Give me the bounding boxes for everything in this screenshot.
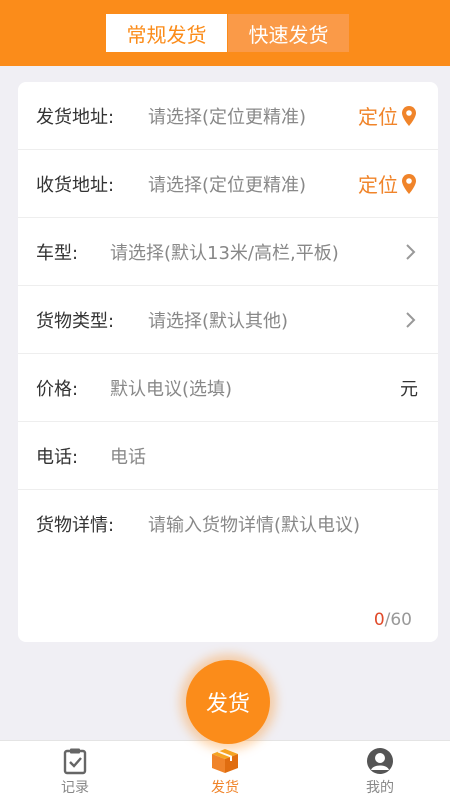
char-count-max: /60: [384, 610, 412, 630]
tab-records-label: 记录: [61, 780, 89, 796]
receive-address-locate-button[interactable]: 定位: [358, 169, 416, 198]
details-char-counter: 0/60: [374, 610, 412, 630]
ship-address-label: 发货地址:: [36, 106, 115, 128]
tab-profile[interactable]: 我的: [340, 747, 420, 797]
receive-address-input[interactable]: 请选择(定位更精准): [148, 171, 306, 197]
details-label: 货物详情:: [36, 515, 115, 536]
location-pin-icon: [402, 105, 416, 126]
header-bar: 常规发货 快速发货: [0, 0, 450, 66]
price-input[interactable]: 默认电议(选填): [110, 375, 232, 401]
locate-label: 定位: [358, 173, 398, 197]
package-icon: [212, 749, 238, 773]
tab-records[interactable]: 记录: [35, 747, 115, 797]
ship-address-locate-button[interactable]: 定位: [358, 101, 416, 130]
cargo-type-label: 货物类型:: [36, 310, 115, 332]
phone-label: 电话:: [36, 446, 79, 468]
tab-quick-shipping[interactable]: 快速发货: [228, 14, 349, 52]
clipboard-check-icon: [63, 748, 87, 775]
tab-ship[interactable]: 发货: [185, 747, 265, 797]
ship-address-input[interactable]: 请选择(定位更精准): [148, 103, 306, 129]
bottom-tab-bar: 记录 发货 我的: [0, 740, 450, 800]
chevron-right-icon: [406, 243, 416, 260]
tab-profile-label: 我的: [366, 780, 394, 796]
phone-row: 电话: 电话: [18, 422, 438, 490]
locate-label: 定位: [358, 105, 398, 129]
shipping-form-card: 发货地址: 请选择(定位更精准) 定位 收货地址: 请选择(定位更精准) 定位 …: [18, 82, 438, 642]
vehicle-type-row[interactable]: 车型: 请选择(默认13米/高栏,平板): [18, 218, 438, 286]
char-count-current: 0: [373, 610, 385, 630]
price-row: 价格: 默认电议(选填) 元: [18, 354, 438, 422]
location-pin-icon: [402, 173, 416, 194]
details-textarea[interactable]: 请输入货物详情(默认电议): [148, 511, 360, 537]
ship-address-row[interactable]: 发货地址: 请选择(定位更精准) 定位: [18, 82, 438, 150]
vehicle-type-label: 车型:: [36, 242, 79, 264]
price-label: 价格:: [36, 378, 79, 400]
submit-label: 发货: [205, 692, 250, 717]
vehicle-type-select[interactable]: 请选择(默认13米/高栏,平板): [110, 239, 339, 265]
cargo-type-row[interactable]: 货物类型: 请选择(默认其他): [18, 286, 438, 354]
price-unit: 元: [400, 378, 418, 400]
submit-shipment-button[interactable]: 发货: [186, 660, 270, 744]
tab-ship-label: 发货: [211, 780, 239, 796]
details-row: 货物详情: 请输入货物详情(默认电议): [18, 490, 438, 558]
user-avatar-icon: [367, 748, 393, 774]
chevron-right-icon: [406, 311, 416, 328]
receive-address-row[interactable]: 收货地址: 请选择(定位更精准) 定位: [18, 150, 438, 218]
cargo-type-select[interactable]: 请选择(默认其他): [148, 307, 288, 333]
phone-input[interactable]: 电话: [110, 443, 146, 469]
receive-address-label: 收货地址:: [36, 174, 115, 196]
tab-regular-shipping[interactable]: 常规发货: [106, 14, 227, 52]
